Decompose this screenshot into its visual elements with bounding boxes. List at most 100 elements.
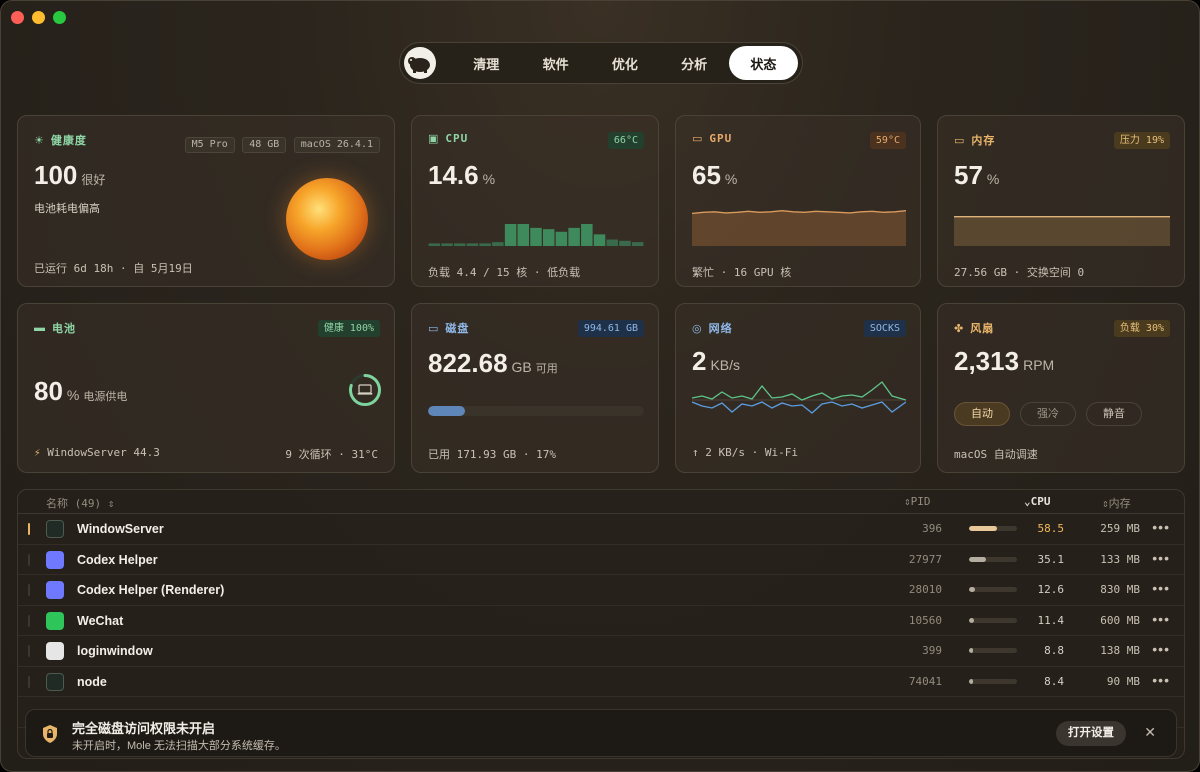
mole-logo-icon[interactable] — [404, 47, 436, 79]
tab-status[interactable]: 状态 — [728, 46, 798, 80]
cpu-history-bar — [631, 242, 644, 246]
health-rating: 很好 — [81, 173, 106, 187]
fan-mode-quiet[interactable]: 静音 — [1086, 402, 1142, 426]
process-cpu: 8.4 — [1044, 674, 1064, 688]
process-pid: 74041 — [908, 674, 942, 688]
process-name: Codex Helper (Renderer) — [77, 583, 225, 597]
toast-subtitle: 未开启时，Mole 无法扫描大部分系统缓存。 — [72, 740, 286, 752]
col-pid-label: PID — [910, 495, 931, 508]
area-fill — [954, 216, 1170, 246]
battery-top-app-wrap: ⚡ WindowServer 44.3 — [34, 446, 160, 459]
gpu-title: GPU — [709, 132, 733, 145]
open-settings-button[interactable]: 打开设置 — [1056, 721, 1126, 746]
more-icon[interactable]: ••• — [1152, 519, 1170, 535]
network-card: ◎ 网络 SOCKS 2 KB/s ↑ 2 KB/s · Wi-Fi — [675, 303, 921, 473]
process-memory: 600 MB — [1100, 613, 1140, 627]
cpu-history-bar — [466, 243, 479, 246]
cpu-history-bar — [593, 234, 606, 246]
more-icon[interactable]: ••• — [1152, 611, 1170, 627]
health-header: ☀ 健康度 — [34, 132, 87, 148]
more-icon[interactable]: ••• — [1152, 641, 1170, 657]
fan-header: ✤ 风扇 — [954, 320, 994, 336]
table-row[interactable]: Codex Helper 27977 35.1 133 MB ••• — [18, 545, 1184, 575]
toast-title: 完全磁盘访问权限未开启 — [72, 721, 216, 736]
process-memory: 138 MB — [1100, 644, 1140, 657]
col-cpu-header[interactable]: ⌄CPU — [1024, 495, 1051, 508]
more-icon[interactable]: ••• — [1152, 550, 1170, 566]
process-memory: 133 MB — [1100, 552, 1140, 566]
proxy-badge: SOCKS — [863, 320, 906, 337]
gpu-temp-badge: 59°C — [869, 132, 906, 149]
close-window-button[interactable] — [11, 11, 24, 24]
table-row[interactable]: WeChat 10560 11.4 600 MB ••• — [18, 606, 1184, 636]
cpu-history-bar — [606, 239, 618, 246]
window-controls — [11, 11, 66, 24]
network-value: 2 — [692, 346, 707, 376]
row-indicator — [28, 553, 30, 566]
process-name: node — [77, 674, 107, 689]
cpu-history-bar — [555, 231, 568, 246]
cpu-history-bar — [530, 227, 542, 246]
more-icon[interactable]: ••• — [1152, 672, 1170, 688]
process-name: WeChat — [77, 613, 124, 628]
battery-cycles: 9 次循环 · 31°C — [285, 448, 378, 461]
minimize-window-button[interactable] — [32, 11, 45, 24]
row-indicator — [28, 584, 30, 596]
terminal-icon — [46, 520, 64, 538]
fan-mode-auto[interactable]: 自动 — [954, 402, 1010, 426]
tab-analyze[interactable]: 分析 — [659, 46, 728, 80]
tab-clean[interactable]: 清理 — [452, 46, 521, 80]
gpu-history-chart — [692, 209, 906, 246]
tab-apps[interactable]: 软件 — [521, 46, 590, 80]
col-mem-header[interactable]: ⇕内存 — [1102, 495, 1131, 511]
fan-card: ✤ 风扇 负载 30% 2,313 RPM 自动 强冷 静音 macOS 自动调速 — [937, 303, 1185, 473]
cpu-history-bar — [619, 240, 631, 246]
process-pid: 28010 — [908, 583, 942, 596]
health-note: 电池耗电偏高 — [34, 203, 100, 215]
fan-footer: macOS 自动调速 — [954, 448, 1038, 461]
cpu-load-bar — [969, 648, 1017, 653]
table-row[interactable]: WindowServer 396 58.5 259 MB ••• — [18, 514, 1184, 545]
fan-mode-cool[interactable]: 强冷 — [1020, 402, 1076, 426]
cpu-unit: % — [482, 171, 496, 187]
disk-title: 磁盘 — [445, 323, 470, 335]
cpu-card: ▣ CPU 66°C 14.6% 负载 4.4 / 15 核 · 低负载 — [411, 115, 659, 287]
cpu-load-bar — [969, 678, 1017, 684]
more-icon[interactable]: ••• — [1152, 580, 1170, 596]
tab-optimize[interactable]: 优化 — [590, 46, 659, 80]
battery-icon: ▬ — [34, 322, 46, 334]
process-cpu: 12.6 — [1037, 583, 1065, 596]
cpu-load-bar — [969, 617, 1017, 623]
battery-title: 电池 — [52, 323, 76, 335]
table-row[interactable]: loginwindow 399 8.8 138 MB ••• — [18, 636, 1184, 667]
disk-usage-fill — [428, 406, 465, 416]
gpu-unit: % — [724, 171, 738, 187]
row-indicator — [28, 523, 30, 535]
app-window: 清理 软件 优化 分析 状态 ☀ 健康度 M5 Pro 48 GB macOS … — [0, 0, 1200, 772]
chip-os: macOS 26.4.1 — [293, 137, 380, 153]
table-row[interactable]: node 74041 8.4 90 MB ••• — [18, 667, 1184, 697]
network-value-wrap: 2 KB/s — [692, 346, 740, 377]
cpu-load-bar — [969, 587, 1017, 592]
row-indicator — [28, 675, 30, 688]
cpu-temp-badge: 66°C — [607, 132, 644, 149]
close-icon[interactable]: ✕ — [1144, 724, 1156, 741]
process-pid: 399 — [922, 644, 942, 657]
cpu-chip-icon: ▣ — [428, 133, 440, 145]
process-name: WindowServer — [77, 522, 164, 536]
terminal-icon — [46, 672, 64, 691]
table-row[interactable]: Codex Helper (Renderer) 28010 12.6 830 MB ••… — [18, 575, 1184, 606]
col-pid-header[interactable]: ⇕PID — [904, 495, 931, 508]
health-card: ☀ 健康度 M5 Pro 48 GB macOS 26.4.1 100 很好 电池… — [17, 115, 395, 287]
network-title: 网络 — [708, 323, 733, 335]
sort-icon: ⇕ — [107, 497, 115, 510]
generic-app-icon — [46, 642, 64, 660]
network-footer: ↑ 2 KB/s · Wi-Fi — [692, 446, 798, 459]
col-name-header[interactable]: 名称 (49) ⇕ — [46, 495, 114, 511]
gpu-card: ▭ GPU 59°C 65% 繁忙 · 16 GPU 核 — [675, 115, 921, 287]
memory-history-chart — [954, 215, 1170, 246]
network-header: ◎ 网络 — [692, 320, 733, 336]
bolt-icon: ⚡ — [34, 446, 41, 459]
network-history-chart — [692, 381, 906, 414]
zoom-window-button[interactable] — [53, 11, 66, 24]
